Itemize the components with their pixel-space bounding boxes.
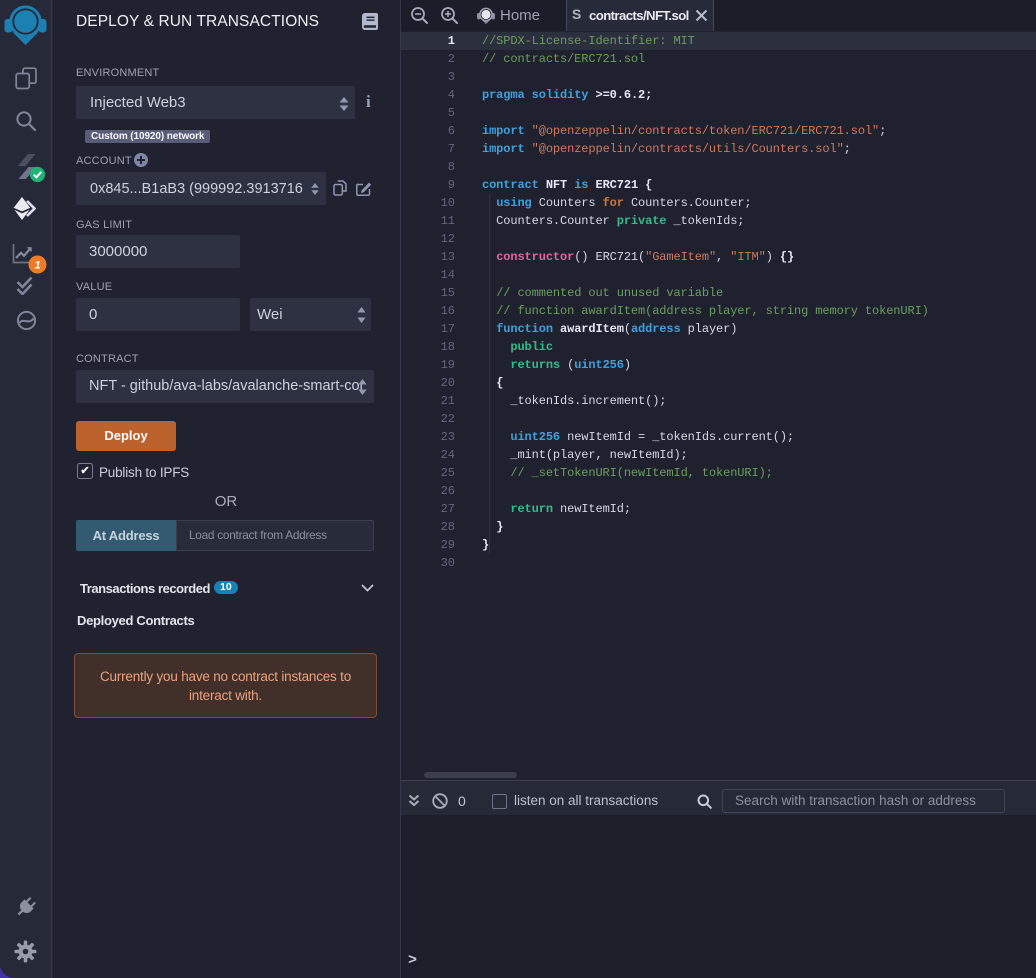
- svg-text:1: 1: [34, 260, 40, 272]
